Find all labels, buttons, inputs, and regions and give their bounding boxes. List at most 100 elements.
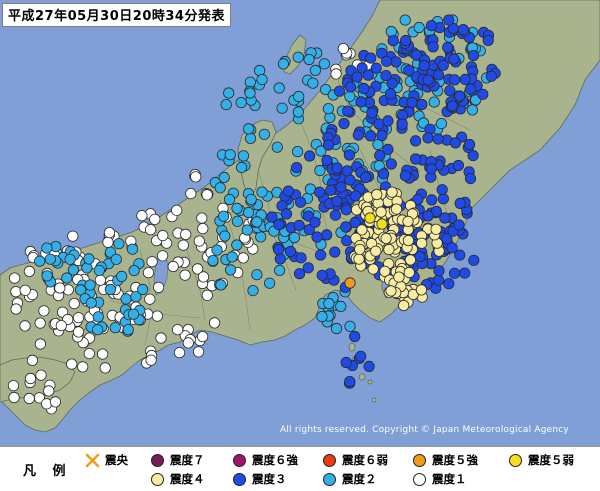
station-marker: [293, 268, 306, 280]
station-marker: [182, 337, 194, 349]
station-marker: [376, 218, 388, 230]
station-marker: [427, 41, 439, 53]
station-marker: [34, 338, 47, 350]
station-marker: [459, 267, 471, 279]
station-marker: [231, 239, 243, 251]
epicenter-cross-icon: [85, 453, 100, 467]
station-marker: [418, 59, 430, 72]
station-marker: [384, 88, 397, 100]
station-marker: [349, 330, 361, 343]
station-marker: [38, 305, 50, 317]
station-marker: [448, 53, 460, 65]
station-marker: [94, 274, 107, 286]
station-marker: [237, 150, 250, 162]
station-marker: [9, 272, 21, 284]
station-marker: [482, 34, 494, 47]
station-marker: [271, 141, 283, 153]
station-marker: [344, 320, 356, 332]
station-marker: [485, 70, 497, 82]
station-marker: [201, 189, 213, 201]
station-marker: [341, 165, 353, 177]
station-marker: [314, 249, 327, 261]
station-marker: [432, 133, 444, 145]
station-marker: [41, 242, 53, 254]
station-marker: [136, 210, 148, 222]
station-marker: [396, 118, 408, 130]
station-marker: [218, 171, 230, 183]
station-marker: [49, 396, 62, 408]
station-marker: [344, 174, 356, 186]
station-marker: [122, 324, 134, 336]
station-marker: [452, 159, 464, 172]
station-marker: [145, 354, 157, 366]
station-marker: [454, 197, 466, 209]
station-marker: [335, 300, 347, 312]
station-marker: [307, 77, 319, 89]
station-marker: [215, 279, 227, 291]
station-marker: [83, 347, 95, 360]
station-marker: [358, 82, 370, 95]
station-marker: [415, 284, 427, 296]
station-marker: [284, 245, 297, 258]
station-marker: [432, 69, 445, 81]
station-marker: [342, 105, 354, 117]
station-marker: [64, 253, 76, 265]
legend-item-shindo-6-lower: 震度６弱: [322, 451, 388, 469]
station-marker: [313, 186, 326, 198]
station-marker: [335, 181, 347, 193]
station-marker: [321, 229, 333, 241]
station-marker: [127, 308, 140, 320]
station-marker: [294, 196, 307, 208]
station-marker: [92, 311, 104, 323]
station-marker: [390, 56, 402, 68]
station-marker: [67, 230, 79, 242]
station-marker: [426, 194, 438, 206]
station-marker: [477, 88, 489, 100]
station-marker: [153, 281, 165, 293]
station-marker: [180, 228, 192, 240]
station-marker: [338, 117, 350, 130]
station-marker: [341, 235, 353, 247]
station-marker: [311, 231, 323, 243]
station-marker: [167, 260, 179, 273]
station-marker: [337, 42, 349, 55]
station-marker: [126, 243, 139, 255]
station-marker: [104, 283, 117, 296]
station-marker: [330, 322, 343, 335]
station-marker: [243, 123, 255, 135]
station-marker: [367, 263, 379, 275]
legend-label-shindo-6-lower: 震度６弱: [342, 453, 388, 467]
station-marker: [380, 232, 392, 244]
station-marker: [193, 235, 205, 247]
legend-label-shindo-5-lower: 震度５弱: [528, 453, 574, 467]
shindo-2-circle-icon: [323, 472, 336, 486]
station-marker: [256, 74, 268, 86]
legend-item-shindo-7: 震度７: [150, 451, 205, 469]
station-marker: [244, 87, 256, 99]
station-marker: [443, 14, 455, 26]
station-marker: [109, 322, 121, 334]
station-marker: [7, 380, 20, 392]
station-marker: [400, 34, 412, 47]
station-marker: [446, 242, 458, 254]
station-marker: [366, 107, 378, 119]
shindo-5-lower-circle-icon: [509, 453, 522, 467]
station-marker: [10, 303, 22, 315]
station-marker: [142, 267, 155, 279]
station-marker: [292, 106, 304, 118]
legend-label-epicenter: 震央: [105, 453, 128, 467]
station-marker: [196, 212, 208, 224]
station-marker: [68, 297, 80, 310]
station-marker: [444, 85, 456, 97]
station-marker: [413, 21, 425, 34]
station-marker: [231, 202, 243, 214]
station-marker: [171, 204, 183, 216]
station-marker: [273, 82, 285, 94]
station-marker: [35, 369, 47, 381]
station-marker: [293, 90, 305, 103]
station-marker: [435, 118, 447, 130]
station-marker: [223, 193, 236, 206]
station-marker: [363, 360, 375, 372]
station-marker: [247, 284, 259, 297]
station-marker: [293, 219, 305, 231]
